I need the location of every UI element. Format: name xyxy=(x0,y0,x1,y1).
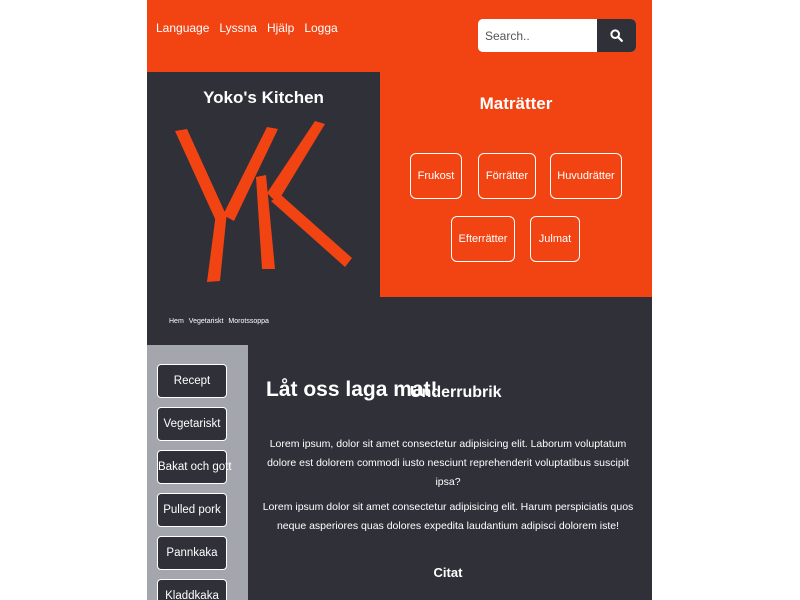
page: Language Lyssna Hjälp Logga Yoko's Kitch… xyxy=(147,0,652,600)
nav-language[interactable]: Language xyxy=(156,21,209,35)
nav-logga[interactable]: Logga xyxy=(304,21,337,35)
breadcrumb-hem[interactable]: Hem xyxy=(169,318,184,325)
breadcrumb: Hem Vegetariskt Morotssoppa xyxy=(169,318,269,325)
quote-heading: Citat xyxy=(433,565,463,580)
site-title: Yoko's Kitchen xyxy=(203,88,324,107)
sidebar-item-recept[interactable]: Recept xyxy=(157,364,227,398)
sidebar-item-vegetariskt[interactable]: Vegetariskt xyxy=(157,407,227,441)
nav-lyssna[interactable]: Lyssna xyxy=(219,21,257,35)
main-subheading: Underrubrik xyxy=(410,384,502,401)
dish-julmat-button[interactable]: Julmat xyxy=(530,216,580,262)
breadcrumb-morotssoppa[interactable]: Morotssoppa xyxy=(228,318,268,325)
yk-logo-icon xyxy=(175,121,352,282)
sidebar-item-kladdkaka[interactable]: Kladdkaka xyxy=(157,579,227,600)
sidebar: Recept Vegetariskt Bakat och gott Pulled… xyxy=(147,345,248,600)
dish-categories: Maträtter Frukost Förrätter Huvudrätter … xyxy=(380,72,652,297)
dish-frukost-button[interactable]: Frukost xyxy=(410,153,462,199)
paragraph-2: Lorem ipsum dolor sit amet consectetur a… xyxy=(262,501,634,532)
top-nav: Language Lyssna Hjälp Logga xyxy=(156,21,338,35)
breadcrumb-vegetariskt[interactable]: Vegetariskt xyxy=(189,318,224,325)
search-input[interactable] xyxy=(478,19,597,52)
dish-forratter-button[interactable]: Förrätter xyxy=(478,153,536,199)
nav-hjalp[interactable]: Hjälp xyxy=(267,21,294,35)
dish-efterratter-button[interactable]: Efterrätter xyxy=(451,216,515,262)
sidebar-item-pannkaka[interactable]: Pannkaka xyxy=(157,536,227,570)
sidebar-item-pulled-pork[interactable]: Pulled pork xyxy=(157,493,227,527)
top-header: Language Lyssna Hjälp Logga xyxy=(147,0,652,72)
sidebar-item-bakat-och-gott[interactable]: Bakat och gott xyxy=(157,450,232,484)
dishes-title: Maträtter xyxy=(479,94,553,113)
dish-huvudratter-button[interactable]: Huvudrätter xyxy=(550,153,622,199)
logo-area: Yoko's Kitchen xyxy=(147,72,380,297)
search-box xyxy=(478,19,636,52)
search-icon xyxy=(610,29,623,42)
paragraph-1: Lorem ipsum, dolor sit amet consectetur … xyxy=(267,438,629,488)
search-button[interactable] xyxy=(597,19,636,52)
